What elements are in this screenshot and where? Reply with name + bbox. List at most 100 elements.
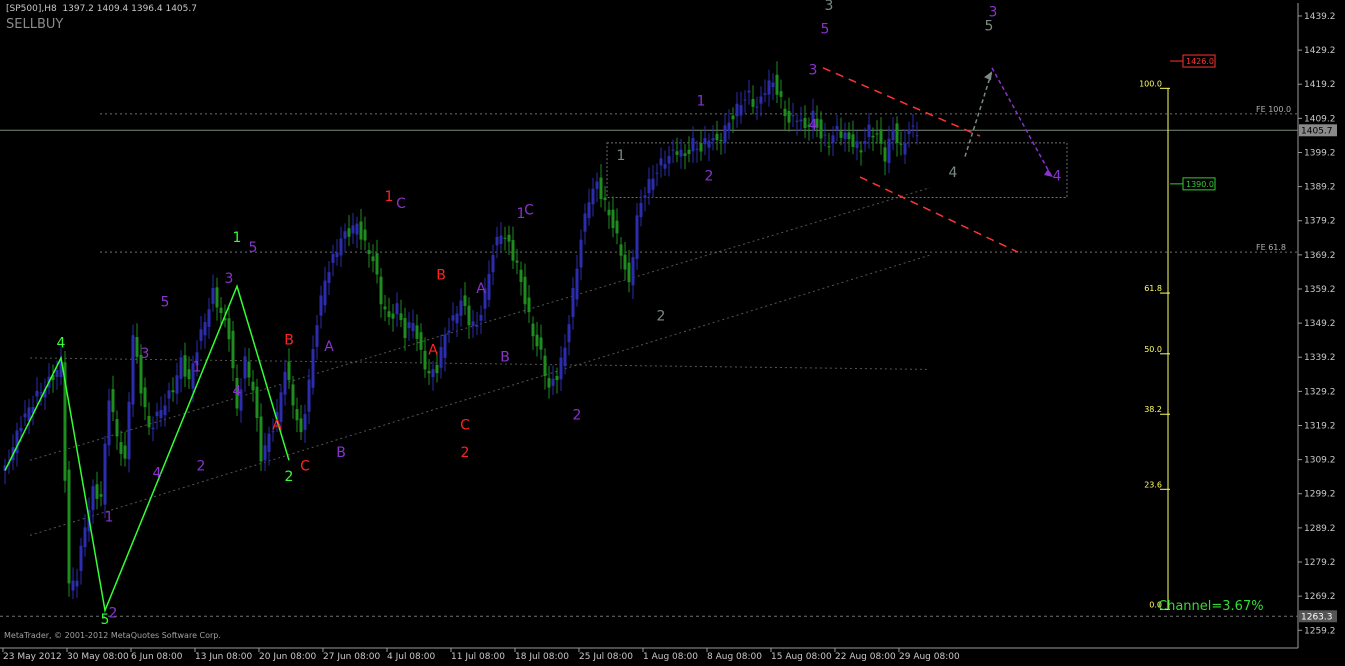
copyright-label: MetaTrader, © 2001-2012 MetaQuotes Softw… (4, 631, 221, 640)
candle-body (867, 124, 871, 138)
candle-body (103, 443, 107, 505)
x-tick-label: 20 Jun 08:00 (259, 652, 316, 662)
candle-body (539, 337, 543, 350)
wave-label: 3 (141, 346, 150, 362)
candle-body (595, 181, 599, 189)
price-marker-label: 1263.3 (1301, 612, 1333, 622)
candle-body (75, 580, 79, 587)
candle-body (415, 325, 419, 339)
y-tick-label: 1409.2 (1304, 114, 1336, 124)
candle-body (499, 235, 503, 244)
candle-body (419, 332, 423, 350)
candle-body (159, 409, 163, 419)
candle-body (303, 414, 307, 430)
candle-body (207, 309, 211, 327)
candle-body (651, 178, 655, 190)
candle-body (479, 314, 483, 321)
wave-label: 5 (985, 18, 994, 34)
candle-body (563, 347, 567, 367)
candle-body (687, 149, 691, 154)
candle-body (615, 220, 619, 234)
wave-label: A (272, 418, 282, 434)
candle-body (823, 134, 827, 136)
wave-label: A (476, 281, 486, 297)
candle-body (639, 202, 643, 218)
wave-label: 1 (193, 360, 202, 376)
wave-label: A (428, 343, 438, 359)
candle-body (739, 105, 743, 116)
y-tick-label: 1419.2 (1304, 80, 1336, 90)
wave-label: 5 (821, 22, 830, 38)
y-tick-label: 1369.2 (1304, 251, 1336, 261)
candle-body (535, 334, 539, 347)
candle-body (339, 238, 343, 256)
candle-body (907, 129, 911, 135)
x-tick-label: 11 Jul 08:00 (451, 652, 505, 662)
candle-body (883, 147, 887, 162)
candle-body (559, 357, 563, 380)
x-tick-label: 23 May 2012 (3, 652, 62, 662)
candle-body (123, 445, 127, 459)
y-tick-label: 1359.2 (1304, 285, 1336, 295)
candle-body (335, 252, 339, 258)
candle-body (451, 315, 455, 321)
candle-body (843, 132, 847, 139)
candle-body (155, 411, 159, 417)
candle-body (255, 386, 259, 419)
y-tick-label: 1429.2 (1304, 46, 1336, 56)
candle-body (327, 272, 331, 283)
candle-body (19, 427, 23, 432)
candle-body (387, 311, 391, 318)
x-tick-label: 30 May 08:00 (67, 652, 129, 662)
candle-body (759, 96, 763, 104)
candle-body (179, 357, 183, 379)
candle-body (575, 268, 579, 300)
candle-body (831, 135, 835, 143)
channel-label: Channel=3.67% (1158, 599, 1264, 614)
candle-body (851, 134, 855, 147)
candle-body (803, 118, 807, 129)
candle-body (875, 133, 879, 135)
candle-body (567, 324, 571, 343)
candle-body (379, 276, 383, 305)
candle-body (443, 334, 447, 358)
current-price-label: 1405.7 (1301, 126, 1333, 136)
candle-body (699, 143, 703, 152)
candle-body (671, 149, 675, 151)
candle-body (751, 98, 755, 107)
candle-body (107, 400, 111, 446)
candle-body (887, 138, 891, 164)
wave-label: C (396, 196, 406, 212)
candle-body (735, 103, 739, 117)
candle-body (383, 306, 387, 310)
candle-body (583, 213, 587, 232)
candle-body (391, 313, 395, 319)
fib-scale-label: 61.8 (1144, 284, 1162, 293)
wave-label: B (436, 267, 446, 283)
candle-body (659, 158, 663, 166)
candle-body (491, 254, 495, 273)
candle-body (579, 239, 583, 268)
candle-body (835, 126, 839, 130)
candle-body (719, 140, 723, 142)
candle-body (623, 254, 627, 270)
candle-body (911, 125, 915, 127)
wave-label: 3 (825, 0, 834, 14)
candle-body (331, 253, 335, 263)
projection-arrow-down (991, 67, 1053, 178)
channel-line (29, 357, 931, 370)
candle-body (515, 260, 519, 263)
candle-body (171, 390, 175, 393)
candle-body (591, 188, 595, 205)
candle-body (351, 225, 355, 234)
candle-body (367, 250, 371, 255)
wave-label: 2 (705, 168, 714, 184)
fe-level-label: FE 100.0 (1256, 105, 1291, 114)
candle-body (407, 322, 411, 328)
y-tick-label: 1289.2 (1304, 524, 1336, 534)
candle-body (495, 236, 499, 246)
candle-body (631, 257, 635, 286)
fib-scale-label: 50.0 (1144, 345, 1162, 354)
y-tick-label: 1399.2 (1304, 148, 1336, 158)
candle-body (163, 405, 167, 416)
